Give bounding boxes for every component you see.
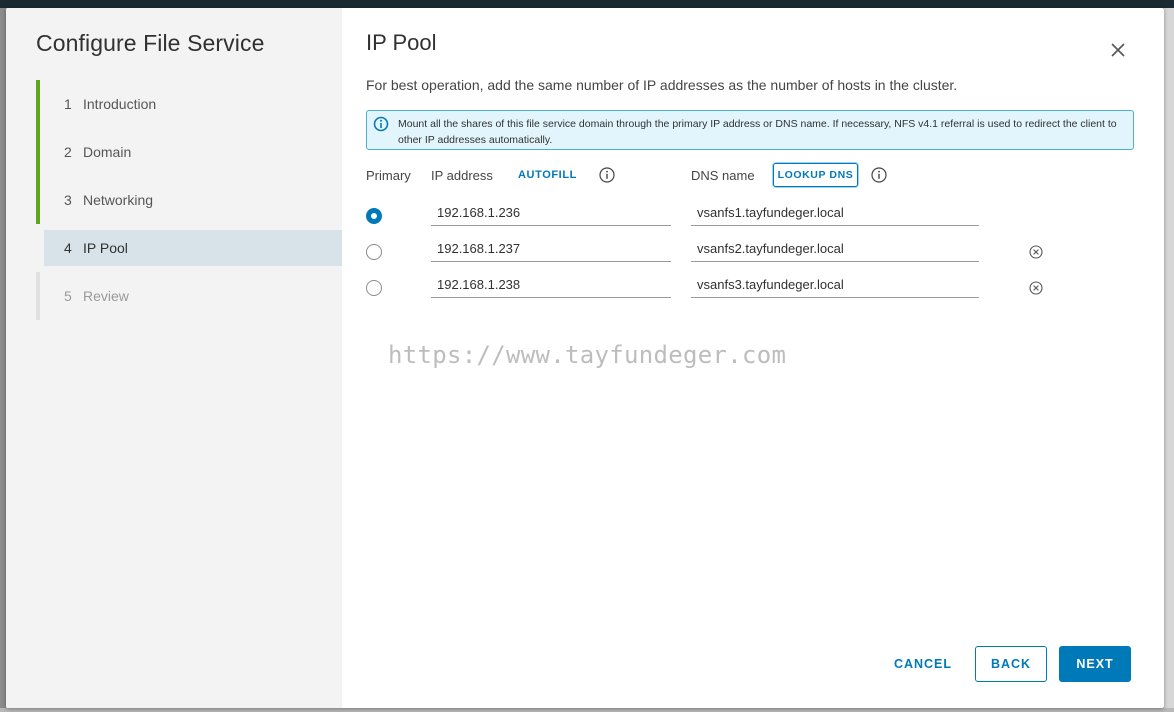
page-title: IP Pool [366, 30, 437, 55]
column-header-ip: IP address [431, 168, 493, 183]
remove-row-icon[interactable] [1028, 280, 1044, 296]
wizard-sidebar: Configure File Service 1 Introduction 2 … [6, 8, 342, 708]
column-header-primary: Primary [366, 168, 411, 183]
wizard-title: Configure File Service [36, 30, 265, 56]
step-label: Domain [83, 144, 132, 160]
intro-text: For best operation, add the same number … [366, 77, 958, 93]
step-number: 5 [64, 288, 72, 304]
wizard-content: IP Pool For best operation, add the same… [342, 8, 1164, 708]
backdrop-edge [1164, 8, 1174, 712]
back-button[interactable]: BACK [975, 646, 1047, 682]
wizard-steps: 1 Introduction 2 Domain 3 Networking 4 I… [36, 80, 342, 320]
info-alert-text: Mount all the shares of this file servic… [398, 118, 1117, 146]
info-circle-icon [373, 116, 389, 137]
step-label: Review [83, 288, 129, 304]
step-number: 2 [64, 144, 72, 160]
step-label: Networking [83, 192, 154, 208]
step-label: Introduction [83, 96, 157, 112]
lookup-info-icon[interactable] [871, 167, 887, 183]
step-networking[interactable]: 3 Networking [36, 176, 342, 224]
info-alert: Mount all the shares of this file servic… [366, 110, 1134, 150]
backdrop-header [0, 0, 1174, 8]
primary-radio[interactable] [366, 208, 382, 224]
autofill-button[interactable]: AUTOFILL [518, 169, 577, 181]
step-number: 3 [64, 192, 72, 208]
ip-address-input[interactable] [431, 200, 671, 226]
step-label: IP Pool [83, 240, 128, 256]
close-icon[interactable] [1108, 40, 1128, 60]
ip-address-input[interactable] [431, 236, 671, 262]
autofill-info-icon[interactable] [599, 167, 615, 183]
next-button[interactable]: NEXT [1059, 646, 1131, 682]
ip-pool-row [342, 270, 1164, 306]
primary-radio[interactable] [366, 280, 382, 296]
watermark: https://www.tayfundeger.com [388, 341, 787, 369]
step-introduction[interactable]: 1 Introduction [36, 80, 342, 128]
step-number: 1 [64, 96, 72, 112]
ip-pool-row [342, 234, 1164, 270]
remove-row-icon[interactable] [1028, 244, 1044, 260]
step-number: 4 [64, 240, 72, 256]
primary-radio[interactable] [366, 244, 382, 260]
dns-name-input[interactable] [691, 236, 979, 262]
column-header-dns: DNS name [691, 168, 755, 183]
step-ip-pool[interactable]: 4 IP Pool [44, 230, 342, 266]
step-domain[interactable]: 2 Domain [36, 128, 342, 176]
ip-address-input[interactable] [431, 272, 671, 298]
step-review: 5 Review [36, 272, 342, 320]
dns-name-input[interactable] [691, 200, 979, 226]
lookup-dns-button[interactable]: LOOKUP DNS [773, 163, 858, 187]
cancel-button[interactable]: CANCEL [882, 646, 964, 682]
dns-name-input[interactable] [691, 272, 979, 298]
configure-file-service-dialog: Configure File Service 1 Introduction 2 … [6, 8, 1164, 708]
backdrop-footer [0, 708, 1174, 712]
ip-pool-row [342, 198, 1164, 234]
